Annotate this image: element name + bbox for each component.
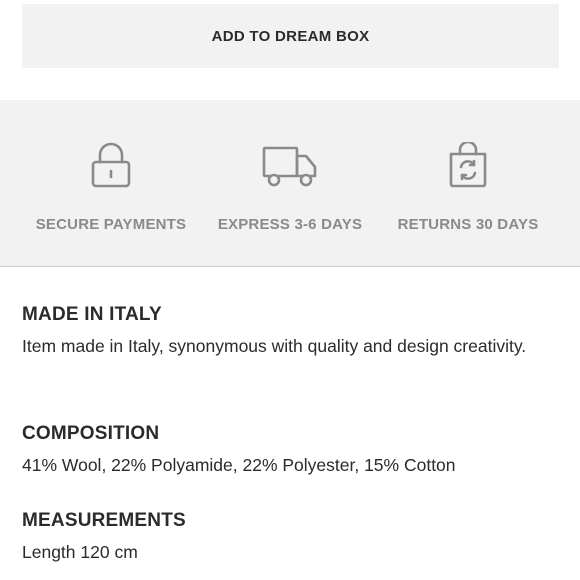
feature-express-shipping: EXPRESS 3-6 DAYS: [195, 100, 385, 266]
feature-label: EXPRESS 3-6 DAYS: [217, 216, 363, 233]
features-bar: SECURE PAYMENTS EXPRESS 3-6 DAYS RETURNS: [0, 100, 580, 267]
section-title: MEASUREMENTS: [22, 510, 186, 531]
composition-section: COMPOSITION 41% Wool, 22% Polyamide, 22%…: [22, 423, 562, 481]
section-title: MADE IN ITALY: [22, 304, 162, 325]
section-text: 41% Wool, 22% Polyamide, 22% Polyester, …: [22, 455, 456, 475]
return-bag-icon: [447, 142, 489, 190]
truck-icon: [262, 142, 318, 190]
feature-returns: RETURNS 30 DAYS: [373, 100, 563, 266]
section-title: COMPOSITION: [22, 423, 160, 444]
feature-label: RETURNS 30 DAYS: [397, 216, 539, 233]
measurements-section: MEASUREMENTS Length 120 cm: [22, 510, 562, 568]
section-text: Length 120 cm: [22, 542, 138, 562]
feature-label: SECURE PAYMENTS: [35, 216, 187, 233]
made-in-section: MADE IN ITALY Item made in Italy, synony…: [22, 304, 562, 362]
section-text: Item made in Italy, synonymous with qual…: [22, 336, 527, 356]
lock-icon: [91, 142, 131, 190]
add-to-dream-box-button[interactable]: ADD TO DREAM BOX: [22, 4, 559, 68]
feature-secure-payments: SECURE PAYMENTS: [16, 100, 206, 266]
